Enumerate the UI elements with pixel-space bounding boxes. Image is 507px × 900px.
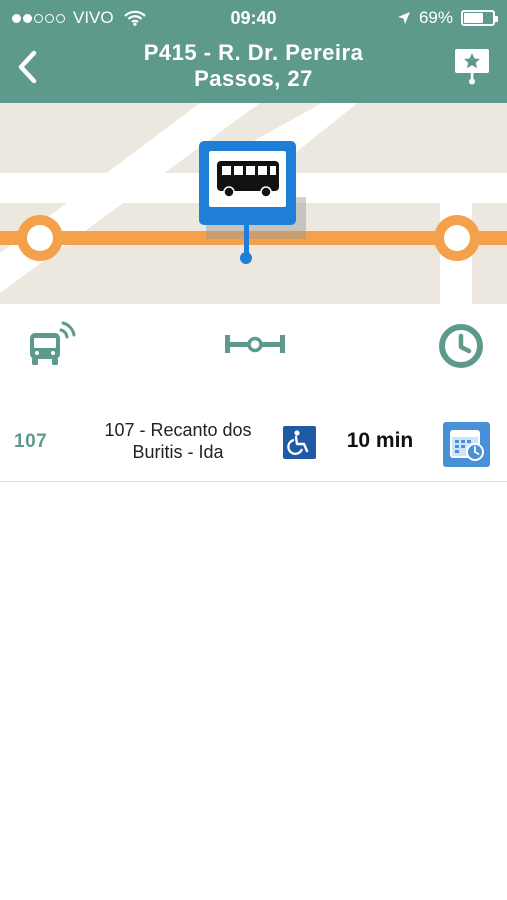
wheelchair-icon bbox=[283, 426, 316, 459]
star-pin-icon bbox=[455, 49, 489, 85]
clock-icon bbox=[439, 324, 483, 368]
status-right: 69% bbox=[397, 8, 498, 28]
favorite-stop-button[interactable] bbox=[453, 46, 493, 86]
app-header: VIVO 09:40 69% P415 - R. Dr. Pereira Pas… bbox=[0, 0, 507, 103]
stop-map[interactable] bbox=[0, 103, 507, 304]
title-line-1: P415 - R. Dr. Pereira bbox=[143, 40, 364, 65]
schedule-tab[interactable] bbox=[432, 316, 490, 372]
line-name: 107 - Recanto dos Buritis - Ida bbox=[104, 420, 252, 462]
chevron-left-icon bbox=[18, 50, 37, 84]
arrival-time: 10 min bbox=[346, 429, 414, 452]
title-line-2: Passos, 27 bbox=[194, 66, 313, 91]
page-title: P415 - R. Dr. Pereira Passos, 27 bbox=[60, 40, 447, 92]
back-button[interactable] bbox=[6, 44, 48, 90]
realtime-tab[interactable] bbox=[20, 316, 80, 372]
realtime-bus-icon bbox=[30, 321, 76, 365]
route-line-icon bbox=[225, 335, 285, 353]
map-canvas bbox=[0, 103, 507, 304]
battery-percent: 69% bbox=[418, 8, 453, 27]
view-toolbar bbox=[0, 304, 507, 384]
status-bar: VIVO 09:40 69% bbox=[0, 0, 507, 34]
schedule-button[interactable] bbox=[443, 422, 490, 467]
route-tab[interactable] bbox=[220, 316, 290, 372]
battery-icon bbox=[461, 10, 498, 26]
calendar-clock-icon bbox=[449, 429, 484, 461]
line-number: 107 bbox=[14, 431, 48, 452]
location-arrow-icon bbox=[397, 12, 410, 24]
list-item[interactable]: 107 107 - Recanto dos Buritis - Ida 10 m… bbox=[0, 410, 507, 482]
